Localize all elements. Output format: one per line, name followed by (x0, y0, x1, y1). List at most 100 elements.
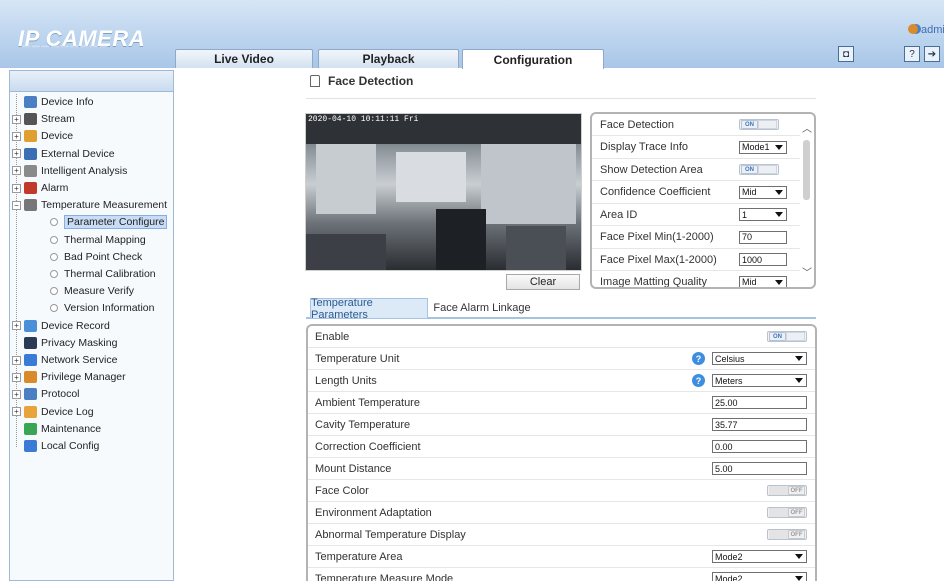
username: admin (921, 24, 944, 36)
scroll-down-icon[interactable]: ﹀ (802, 264, 812, 279)
select-dropdown[interactable]: Mid (739, 185, 787, 199)
param-label: Cavity Temperature (315, 419, 411, 431)
sidebar-item-label: Privilege Manager (41, 371, 126, 384)
sidebar-item-label: Thermal Calibration (64, 268, 156, 280)
chevron-down-icon (795, 378, 803, 383)
toggle-switch[interactable]: OFF (767, 529, 807, 540)
select-dropdown[interactable]: Mode1 (739, 140, 787, 154)
sidebar-item-bad-point-check[interactable]: Bad Point Check (50, 249, 142, 265)
setting-row-show-detection-area: Show Detection Area ON (592, 159, 800, 181)
collapse-icon[interactable]: − (12, 200, 21, 210)
select-dropdown[interactable]: Meters (712, 374, 807, 387)
help-icon[interactable]: ? (692, 352, 705, 365)
sidebar-item-network-service[interactable]: + Network Service (12, 352, 117, 368)
expand-icon[interactable]: + (12, 149, 21, 159)
user-label[interactable]: admin (908, 24, 944, 36)
chevron-down-icon (775, 279, 783, 285)
sidebar-item-device-record[interactable]: + Device Record (12, 318, 110, 334)
setting-label: Face Pixel Min(1-2000) (600, 231, 714, 243)
select-dropdown[interactable]: Mode2 (712, 550, 807, 563)
clear-button[interactable]: Clear (506, 274, 580, 290)
scroll-up-icon[interactable]: ︿ (802, 120, 812, 135)
sidebar-item-parameter-configure[interactable]: Parameter Configure (50, 214, 168, 230)
sidebar-item-device[interactable]: + Device (12, 128, 73, 144)
toggle-switch[interactable]: ON (739, 119, 779, 130)
toggle-switch[interactable]: OFF (767, 507, 807, 518)
text-input[interactable]: 5.00 (712, 462, 807, 475)
chevron-down-icon (775, 189, 783, 195)
expand-icon[interactable]: + (12, 321, 21, 331)
sidebar: Device Info + Stream + Device + External Devic… (9, 70, 174, 581)
sidebar-item-version-information[interactable]: Version Information (50, 300, 154, 316)
help-icon[interactable]: ? (904, 46, 920, 62)
sidebar-item-stream[interactable]: + Stream (12, 111, 75, 127)
sidebar-item-temperature-measurement[interactable]: − Temperature Measurement (12, 197, 167, 213)
toggle-switch[interactable]: OFF (767, 485, 807, 496)
tab-temperature-parameters[interactable]: Temperature Parameters (310, 297, 428, 321)
setting-row-display-trace-info: Display Trace Info Mode1 (592, 137, 800, 159)
param-label: Abnormal Temperature Display (315, 529, 466, 541)
param-label: Mount Distance (315, 463, 392, 475)
setting-control: ON (739, 164, 779, 175)
text-input[interactable]: 1000 (739, 253, 787, 266)
setting-label: Display Trace Info (600, 141, 689, 153)
sidebar-item-device-log[interactable]: + Device Log (12, 404, 94, 420)
sidebar-item-privilege-manager[interactable]: + Privilege Manager (12, 369, 126, 385)
sidebar-item-thermal-calibration[interactable]: Thermal Calibration (50, 266, 156, 282)
expand-icon[interactable]: + (12, 131, 21, 141)
sidebar-item-external-device[interactable]: + External Device (12, 146, 115, 162)
expand-icon[interactable]: + (12, 114, 21, 124)
sidebar-item-alarm[interactable]: + Alarm (12, 180, 68, 196)
select-value: 1 (742, 209, 748, 220)
tab-face-alarm-linkage[interactable]: Face Alarm Linkage (432, 298, 532, 318)
select-dropdown[interactable]: 1 (739, 208, 787, 221)
sidebar-item-local-config[interactable]: Local Config (12, 438, 99, 454)
select-dropdown[interactable]: Celsius (712, 352, 807, 365)
help-icon[interactable]: ? (692, 374, 705, 387)
setting-label: Show Detection Area (600, 163, 703, 176)
expand-icon[interactable]: + (12, 166, 21, 176)
tab-playback[interactable]: Playback (318, 49, 459, 68)
sidebar-item-intelligent-analysis[interactable]: + Intelligent Analysis (12, 163, 127, 179)
expand-icon[interactable]: + (12, 407, 21, 417)
param-control: Mode2 (712, 572, 807, 581)
settings-scrollbar[interactable]: ︿ ﹀ (799, 114, 814, 287)
sidebar-item-device-info[interactable]: Device Info (12, 94, 94, 110)
sidebar-item-label: Maintenance (41, 422, 102, 435)
text-input[interactable]: 35.77 (712, 418, 807, 431)
sidebar-item-maintenance[interactable]: Maintenance (12, 421, 101, 437)
select-dropdown[interactable]: Mid (739, 275, 787, 287)
sidebar-item-protocol[interactable]: + Protocol (12, 386, 80, 402)
logout-icon[interactable]: ➔ (924, 46, 940, 62)
sidebar-item-measure-verify[interactable]: Measure Verify (50, 283, 134, 299)
text-input[interactable]: 25.00 (712, 396, 807, 409)
privilege-manager-icon (24, 371, 37, 384)
video-preview[interactable]: 2020-04-10 10:11:11 Fri (305, 113, 582, 271)
tab-configuration[interactable]: Configuration (462, 49, 604, 69)
toggle-switch[interactable]: ON (767, 331, 807, 342)
expand-icon[interactable]: + (12, 389, 21, 399)
select-value: Meters (715, 375, 743, 386)
text-input[interactable]: 70 (739, 230, 787, 244)
stream-icon (24, 113, 37, 126)
expand-icon[interactable]: + (12, 355, 21, 365)
temperature-params-panel: Enable ON Temperature Unit? Celsius Length U… (306, 324, 817, 581)
toggle-track (769, 530, 788, 539)
scroll-thumb[interactable] (803, 140, 810, 200)
select-dropdown[interactable]: Mode2 (712, 572, 807, 581)
tab-live-video[interactable]: Live Video (175, 49, 313, 68)
sidebar-item-label: Intelligent Analysis (41, 164, 128, 177)
toggle-switch[interactable]: ON (739, 164, 779, 175)
chevron-down-icon (795, 576, 803, 581)
param-label: Ambient Temperature (315, 397, 420, 409)
sidebar-item-thermal-mapping[interactable]: Thermal Mapping (50, 232, 146, 248)
expand-icon[interactable]: + (12, 372, 21, 382)
select-value: Mode2 (715, 573, 743, 581)
sidebar-item-privacy-masking[interactable]: Privacy Masking (12, 335, 117, 351)
alarm-bell-icon[interactable]: ◘ (838, 46, 854, 62)
setting-control: 1000 (739, 253, 787, 266)
expand-icon[interactable]: + (12, 183, 21, 193)
setting-control: Mid (739, 275, 787, 287)
text-input[interactable]: 0.00 (712, 440, 807, 453)
sidebar-item-label: External Device (41, 147, 115, 160)
